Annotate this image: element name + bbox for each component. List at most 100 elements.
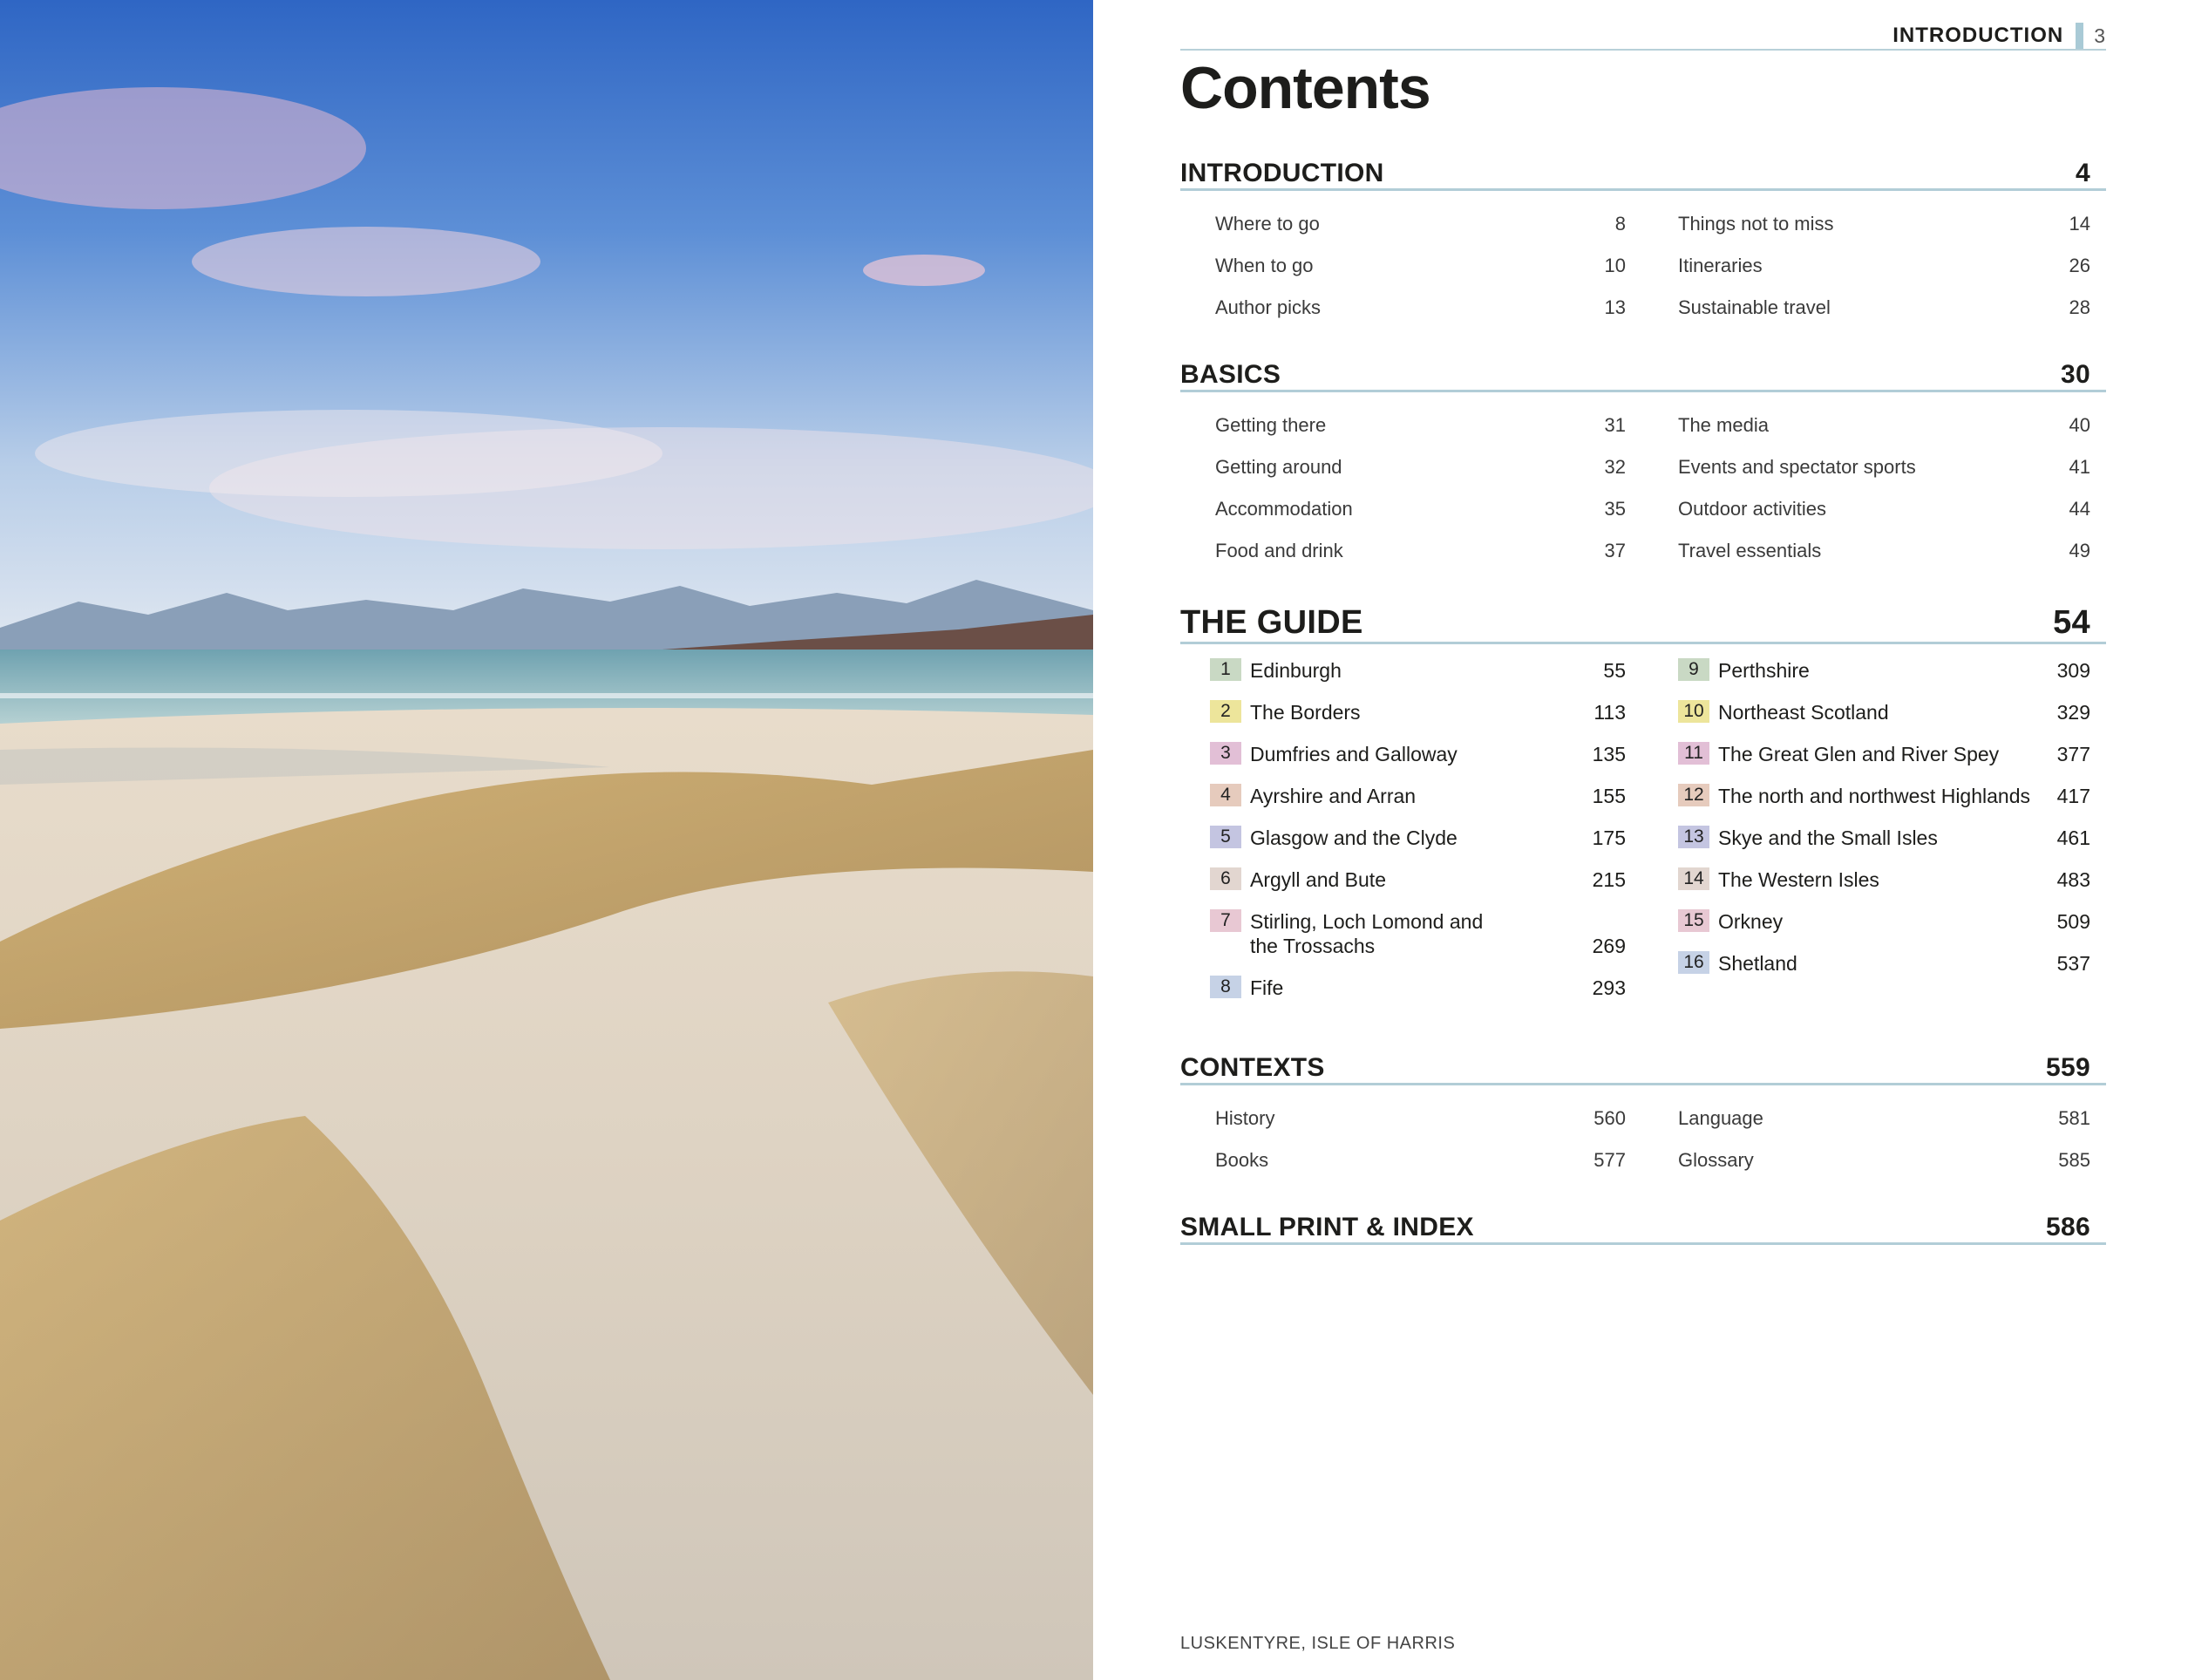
toc-entry[interactable]: Itineraries 26 [1659,245,2106,287]
chapter-title: Northeast Scotland [1718,701,1889,724]
chapter-page: 175 [1592,826,1626,849]
page-number: 3 [2094,24,2106,47]
section-title: BASICS [1180,360,1281,389]
toc-entry[interactable]: Language 581 [1659,1098,2106,1139]
chapter-title: Shetland [1718,952,1797,975]
chapter-number-badge: 8 [1210,976,1241,998]
chapter-number-badge: 3 [1210,742,1241,765]
toc-entry[interactable]: Accommodation 35 [1180,488,1643,530]
chapter-entry[interactable]: 5 Glasgow and the Clyde 175 [1180,817,1643,859]
toc-entry[interactable]: Books 577 [1180,1139,1643,1181]
chapter-title-line-2: the Trossachs [1250,935,1376,957]
section-heading[interactable]: INTRODUCTION 4 [1180,153,2106,191]
toc-entry[interactable]: Travel essentials 49 [1659,530,2106,572]
chapter-page: 269 [1592,935,1626,957]
chapter-page: 293 [1592,976,1626,999]
photo-caption: LUSKENTYRE, ISLE OF HARRIS [1180,1634,1456,1653]
chapter-number-badge: 6 [1210,867,1241,890]
section-page: 30 [2061,360,2090,389]
chapter-page: 155 [1592,785,1626,807]
toc-entry[interactable]: Author picks 13 [1180,287,1643,329]
section-page: 54 [2053,604,2090,641]
toc-entry[interactable]: Getting around 32 [1180,446,1643,488]
toc-entry[interactable]: History 560 [1180,1098,1643,1139]
section-title: INTRODUCTION [1180,159,1384,187]
chapter-page: 135 [1592,743,1626,765]
chapter-number-badge: 10 [1678,700,1709,723]
toc-entry[interactable]: Getting there 31 [1180,405,1643,446]
toc-entry-label: When to go [1215,255,1314,276]
chapter-entry[interactable]: 7 Stirling, Loch Lomond and the Trossachs 2… [1180,901,1643,967]
toc-entry-label: Itineraries [1678,255,1763,276]
chapter-entry[interactable]: 10 Northeast Scotland 329 [1659,691,2106,733]
section-small-print: SMALL PRINT & INDEX 586 [1180,1207,2106,1245]
chapter-page: 113 [1593,701,1626,724]
toc-entry-page: 14 [2069,213,2090,235]
chapter-entry[interactable]: 2 The Borders 113 [1180,691,1643,733]
section-introduction: INTRODUCTION 4 Where to go 8 When to go 10… [1180,153,2106,329]
toc-entry-page: 560 [1593,1107,1626,1129]
chapter-page: 461 [2056,826,2090,849]
chapter-entry[interactable]: 8 Fife 293 [1180,967,1643,1009]
toc-entry-label: Things not to miss [1678,213,1834,235]
toc-entry[interactable]: Things not to miss 14 [1659,203,2106,245]
contents-page: INTRODUCTION 3 Contents INTRODUCTION 4 W… [1180,0,2106,1680]
toc-entry[interactable]: The media 40 [1659,405,2106,446]
chapter-title: Dumfries and Galloway [1250,743,1458,765]
toc-entry-page: 49 [2069,540,2090,561]
toc-entry[interactable]: Glossary 585 [1659,1139,2106,1181]
landscape-photo [0,0,1093,1680]
toc-entry[interactable]: Outdoor activities 44 [1659,488,2106,530]
chapter-entry[interactable]: 4 Ayrshire and Arran 155 [1180,775,1643,817]
toc-entry-page: 28 [2069,296,2090,318]
section-heading[interactable]: BASICS 30 [1180,355,2106,392]
toc-entry-page: 26 [2069,255,2090,276]
page-title: Contents [1180,55,1431,121]
chapter-page: 55 [1603,659,1626,682]
toc-entry[interactable]: Food and drink 37 [1180,530,1643,572]
section-basics: BASICS 30 Getting there 31 Getting around… [1180,355,2106,572]
chapter-entry[interactable]: 13 Skye and the Small Isles 461 [1659,817,2106,859]
toc-entry-label: Glossary [1678,1149,1754,1171]
chapter-entry[interactable]: 3 Dumfries and Galloway 135 [1180,733,1643,775]
section-heading[interactable]: THE GUIDE 54 [1180,598,2106,644]
section-heading[interactable]: CONTEXTS 559 [1180,1048,2106,1085]
toc-entry-label: Travel essentials [1678,540,1822,561]
toc-entry-page: 40 [2069,414,2090,436]
chapter-page: 537 [2056,952,2090,975]
toc-entry[interactable]: Events and spectator sports 41 [1659,446,2106,488]
chapter-title: The north and northwest Highlands [1718,785,2030,807]
toc-entry-page: 10 [1604,255,1626,276]
section-page: 586 [2046,1213,2090,1241]
beach-dunes-image [0,0,1093,1680]
chapter-entry[interactable]: 14 The Western Isles 483 [1659,859,2106,901]
toc-entry-label: Getting there [1215,414,1327,436]
toc-entry[interactable]: Where to go 8 [1180,203,1643,245]
header-rule [1180,49,2106,51]
toc-entry-label: Books [1215,1149,1269,1171]
toc-entry-label: Sustainable travel [1678,296,1831,318]
chapter-page: 509 [2056,910,2090,933]
toc-entry-label: Author picks [1215,296,1322,318]
toc-entry[interactable]: When to go 10 [1180,245,1643,287]
chapter-entry[interactable]: 9 Perthshire 309 [1659,650,2106,691]
chapter-entry[interactable]: 12 The north and northwest Highlands 417 [1659,775,2106,817]
toc-entry[interactable]: Sustainable travel 28 [1659,287,2106,329]
chapter-entry[interactable]: 11 The Great Glen and River Spey 377 [1659,733,2106,775]
toc-entry-page: 577 [1593,1149,1626,1171]
chapter-entry[interactable]: 6 Argyll and Bute 215 [1180,859,1643,901]
toc-entry-label: Where to go [1215,213,1320,235]
toc-entry-label: The media [1678,414,1769,436]
running-head: INTRODUCTION 3 [1892,21,2106,51]
chapter-entry[interactable]: 16 Shetland 537 [1659,942,2106,984]
toc-entry-page: 37 [1604,540,1626,561]
chapter-number-badge: 9 [1678,658,1709,681]
chapter-entry[interactable]: 15 Orkney 509 [1659,901,2106,942]
chapter-number-badge: 5 [1210,826,1241,848]
section-heading[interactable]: SMALL PRINT & INDEX 586 [1180,1207,2106,1245]
chapter-title: The Great Glen and River Spey [1718,743,2000,765]
chapter-entry[interactable]: 1 Edinburgh 55 [1180,650,1643,691]
chapter-number-badge: 7 [1210,909,1241,932]
toc-entry-page: 585 [2058,1149,2090,1171]
chapter-title: Argyll and Bute [1250,868,1386,891]
